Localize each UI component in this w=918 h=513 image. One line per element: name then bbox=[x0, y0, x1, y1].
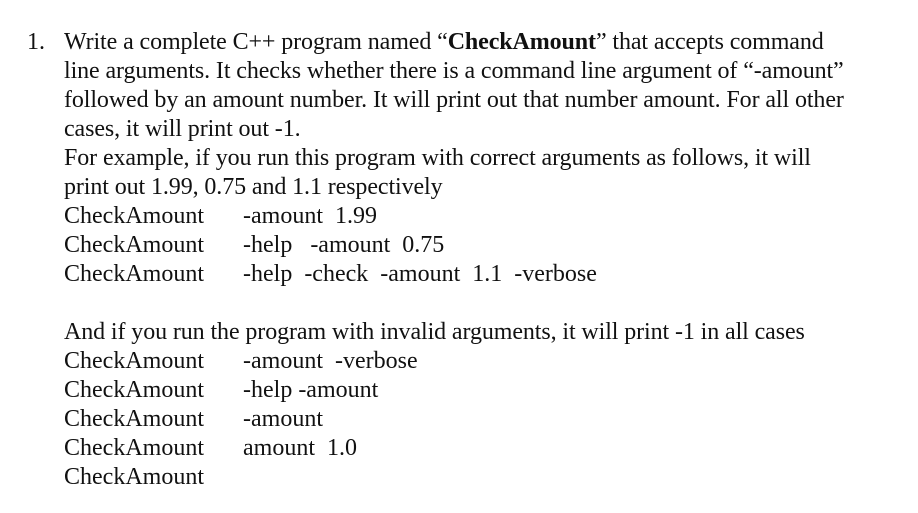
command-example: CheckAmount -amount 1.99 bbox=[64, 202, 377, 231]
intro-line-4: cases, it will print out -1. bbox=[64, 116, 301, 142]
command-example: CheckAmount -amount -verbose bbox=[64, 347, 418, 376]
command-program: CheckAmount bbox=[64, 232, 204, 258]
command-program: CheckAmount bbox=[64, 261, 204, 287]
invalid-intro: And if you run the program with invalid … bbox=[64, 319, 805, 345]
command-example: CheckAmount -help -check -amount 1.1 -ver… bbox=[64, 260, 597, 289]
command-program: CheckAmount bbox=[64, 464, 204, 490]
command-args: -help -amount bbox=[243, 377, 379, 403]
command-example: CheckAmount -help -amount 0.75 bbox=[64, 231, 444, 260]
command-args: -amount 1.99 bbox=[243, 203, 377, 229]
command-program: CheckAmount bbox=[64, 348, 204, 374]
command-program: CheckAmount bbox=[64, 435, 204, 461]
example-intro-line-1: For example, if you run this program wit… bbox=[64, 145, 811, 171]
command-program: CheckAmount bbox=[64, 377, 204, 403]
example-intro-line-2: print out 1.99, 0.75 and 1.1 respectivel… bbox=[64, 174, 443, 200]
command-example: CheckAmount -amount bbox=[64, 405, 323, 434]
command-example: CheckAmount -help -amount bbox=[64, 376, 378, 405]
program-name: CheckAmount bbox=[447, 29, 596, 55]
question-number: 1. bbox=[27, 29, 45, 55]
command-args: amount 1.0 bbox=[243, 435, 357, 461]
command-args: -help -check -amount 1.1 -verbose bbox=[243, 261, 597, 287]
command-program: CheckAmount bbox=[64, 203, 204, 229]
intro-line-1: Write a complete C++ program named “Chec… bbox=[64, 28, 914, 57]
intro-line-2: line arguments. It checks whether there … bbox=[64, 58, 844, 84]
command-args: -amount -verbose bbox=[243, 348, 418, 374]
intro-text: Write a complete C++ program named “ bbox=[64, 29, 448, 55]
intro-line-3: followed by an amount number. It will pr… bbox=[64, 87, 844, 113]
command-program: CheckAmount bbox=[64, 406, 204, 432]
command-args: -help -amount 0.75 bbox=[243, 232, 445, 258]
intro-text: ” that accepts command bbox=[595, 29, 824, 55]
command-args: -amount bbox=[243, 406, 323, 432]
command-example: CheckAmount bbox=[64, 463, 243, 492]
command-example: CheckAmount amount 1.0 bbox=[64, 434, 357, 463]
